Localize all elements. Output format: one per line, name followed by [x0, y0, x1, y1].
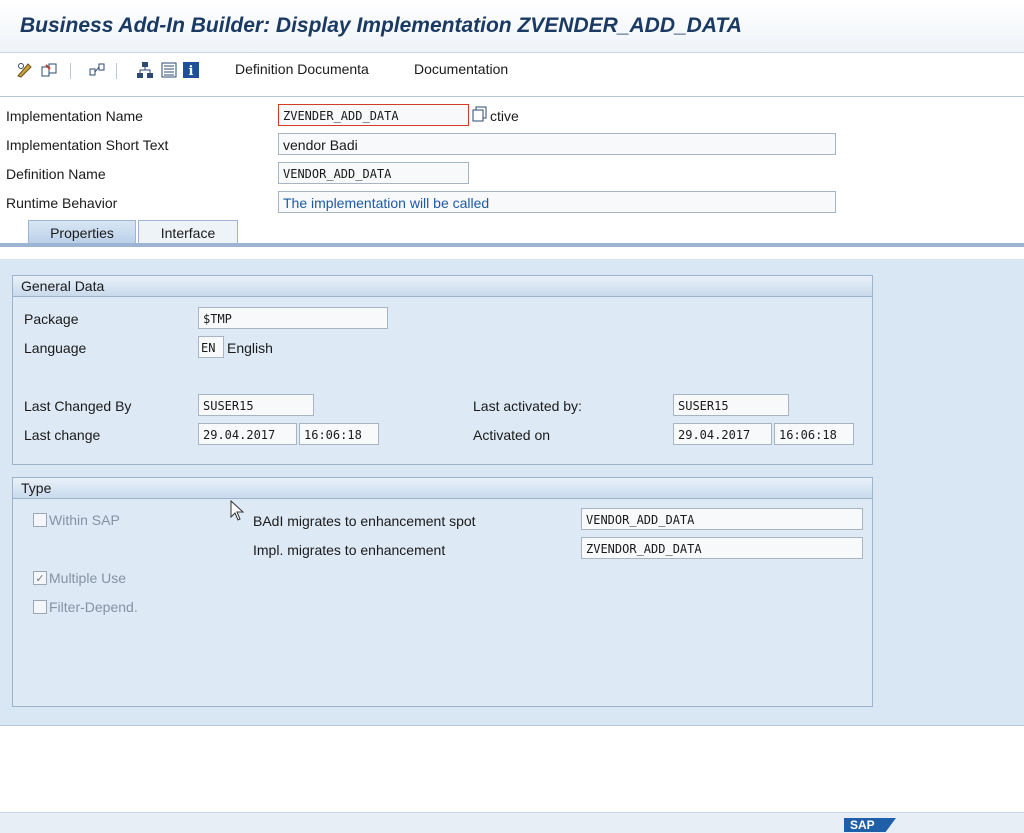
- definition-documentation-button[interactable]: Definition Documenta: [235, 61, 369, 77]
- language-code-field[interactable]: EN: [198, 336, 224, 358]
- info-icon[interactable]: i: [182, 61, 200, 79]
- package-label: Package: [24, 311, 79, 327]
- window-title: Business Add-In Builder: Display Impleme…: [20, 14, 742, 37]
- last-activated-by-label: Last activated by:: [473, 398, 582, 414]
- package-field[interactable]: $TMP: [198, 307, 388, 329]
- badi-migrates-label: BAdI migrates to enhancement spot: [253, 513, 476, 529]
- last-activated-by-field[interactable]: SUSER15: [673, 394, 789, 416]
- filter-dependent-checkbox[interactable]: Filter-Depend.: [33, 599, 138, 615]
- runtime-behavior-field[interactable]: The implementation will be called: [278, 191, 836, 213]
- impl-migrates-label: Impl. migrates to enhancement: [253, 542, 446, 558]
- tab-content-area: General Data Package $TMP Language EN En…: [0, 259, 1024, 725]
- short-text-label: Implementation Short Text: [6, 137, 169, 153]
- multiple-use-label: Multiple Use: [49, 570, 127, 586]
- runtime-behavior-label: Runtime Behavior: [6, 195, 118, 211]
- checkbox-box: [33, 513, 47, 527]
- badi-migrates-field[interactable]: VENDOR_ADD_DATA: [581, 508, 863, 530]
- last-changed-by-field[interactable]: SUSER15: [198, 394, 314, 416]
- last-changed-by-label: Last Changed By: [24, 398, 132, 414]
- pencil-glasses-icon[interactable]: [16, 61, 34, 79]
- implementation-name-field[interactable]: ZVENDER_ADD_DATA: [278, 104, 469, 126]
- svg-text:i: i: [189, 64, 194, 79]
- general-data-header: General Data: [13, 276, 872, 297]
- short-text-field[interactable]: vendor Badi: [278, 133, 836, 155]
- general-data-group: General Data Package $TMP Language EN En…: [12, 275, 873, 465]
- definition-name-field[interactable]: VENDOR_ADD_DATA: [278, 162, 469, 184]
- where-used-icon[interactable]: [88, 61, 106, 79]
- last-change-label: Last change: [24, 427, 101, 443]
- copy-icon[interactable]: [472, 106, 488, 125]
- tab-strip-bar: [0, 243, 1024, 247]
- checkmark-icon: ✓: [33, 571, 47, 585]
- application-toolbar: i Definition Documenta Documentation: [0, 53, 1024, 89]
- within-sap-label: Within SAP: [49, 512, 120, 528]
- hierarchy-icon[interactable]: [136, 61, 154, 79]
- activated-on-time-field[interactable]: 16:06:18: [774, 423, 854, 445]
- language-name-text: English: [227, 340, 273, 356]
- title-bar: Business Add-In Builder: Display Impleme…: [0, 0, 1024, 53]
- mouse-cursor-icon: [230, 500, 245, 521]
- type-group: Type Within SAP ✓ Multiple Use Filter-De…: [12, 477, 873, 707]
- type-header: Type: [13, 478, 872, 499]
- activated-on-date-field[interactable]: 29.04.2017: [673, 423, 772, 445]
- checkbox-box: [33, 600, 47, 614]
- definition-name-label: Definition Name: [6, 166, 106, 182]
- implementation-name-label: Implementation Name: [6, 108, 143, 124]
- last-change-date-field[interactable]: 29.04.2017: [198, 423, 297, 445]
- filter-dependent-label: Filter-Depend.: [49, 599, 138, 615]
- tab-interface[interactable]: Interface: [138, 220, 238, 244]
- active-status-text: ctive: [490, 108, 519, 124]
- impl-migrates-field[interactable]: ZVENDOR_ADD_DATA: [581, 537, 863, 559]
- last-change-time-field[interactable]: 16:06:18: [299, 423, 379, 445]
- language-label: Language: [24, 340, 87, 356]
- within-sap-checkbox[interactable]: Within SAP: [33, 512, 120, 528]
- documentation-button[interactable]: Documentation: [414, 61, 508, 77]
- tab-properties[interactable]: Properties: [28, 220, 136, 244]
- multiple-use-checkbox[interactable]: ✓ Multiple Use: [33, 570, 126, 586]
- object-navigation-icon[interactable]: [40, 61, 58, 79]
- activated-on-label: Activated on: [473, 427, 551, 443]
- print-icon[interactable]: [160, 61, 178, 79]
